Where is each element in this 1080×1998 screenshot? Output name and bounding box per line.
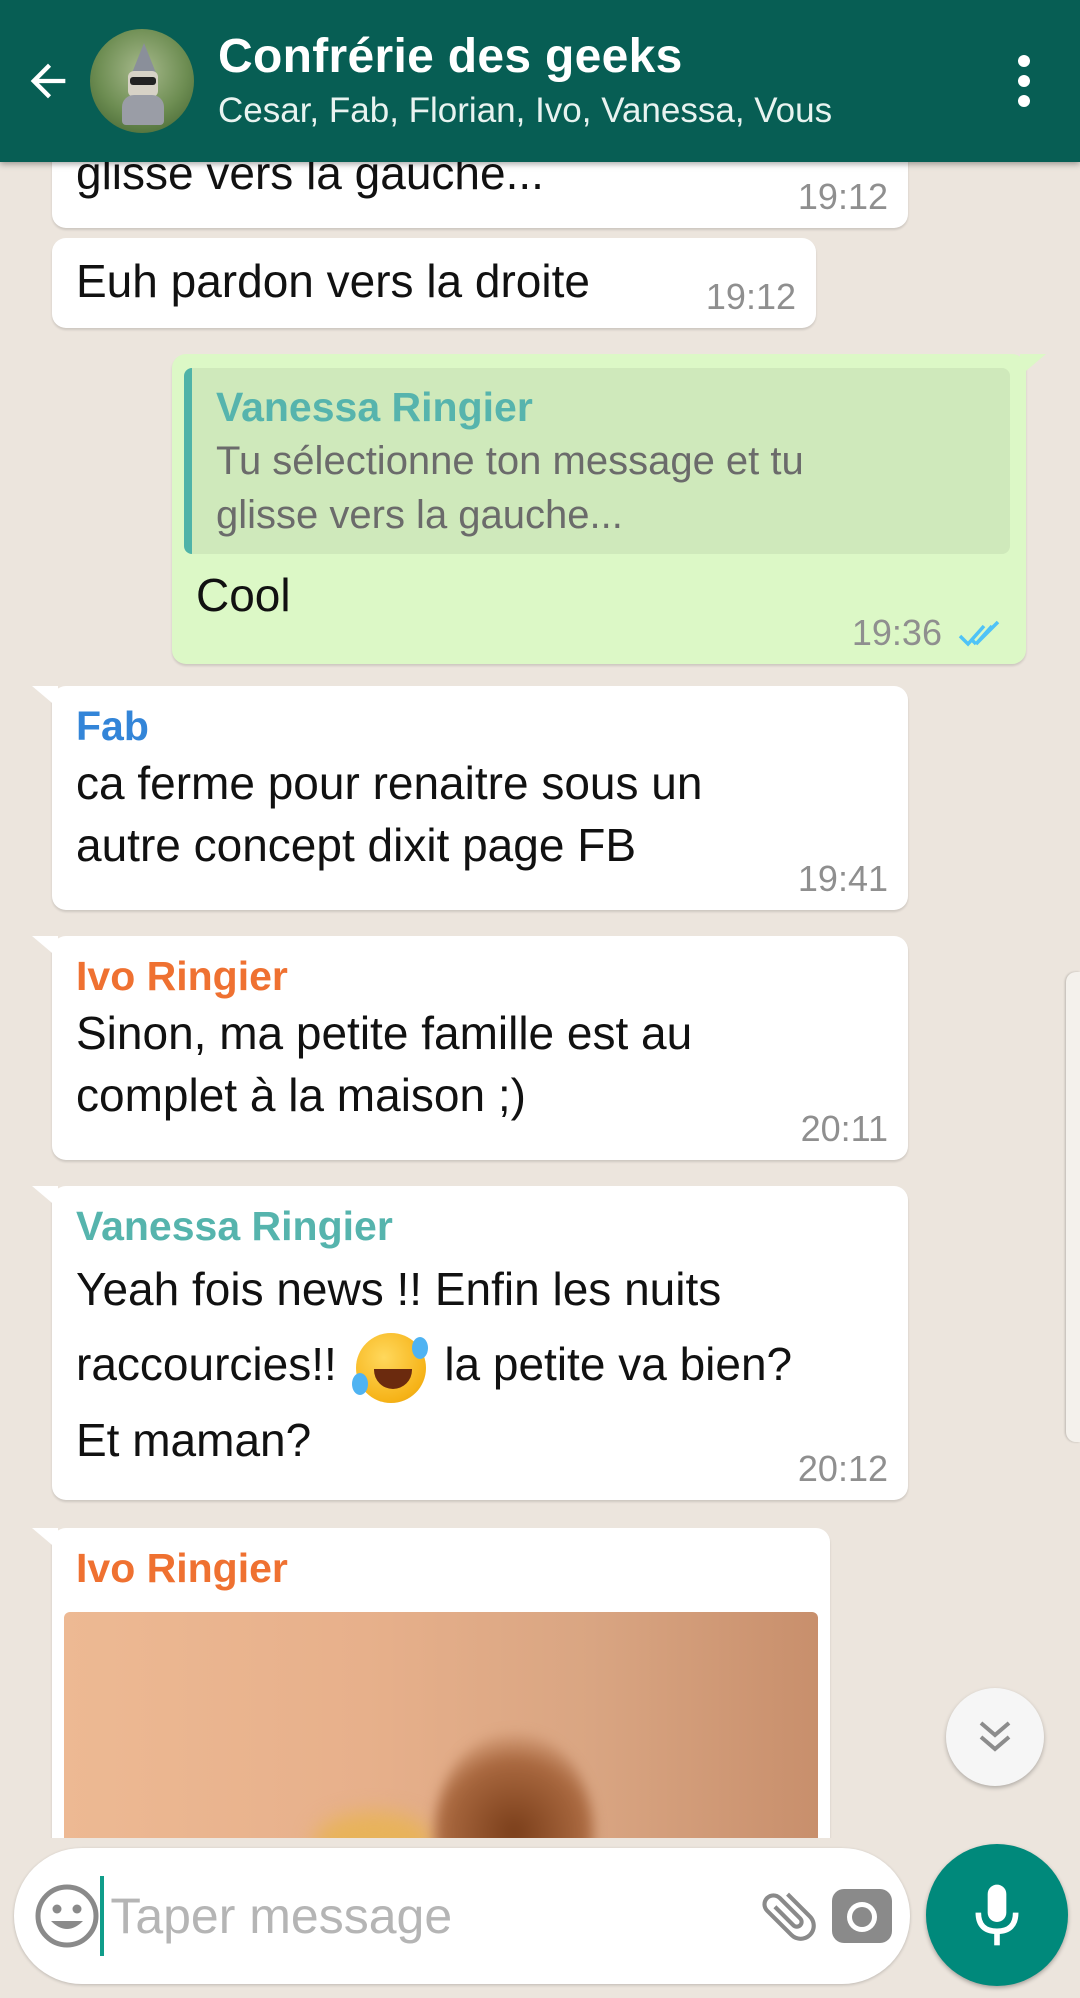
group-members: Cesar, Fab, Florian, Ivo, Vanessa, Vous bbox=[218, 91, 833, 130]
message-bubble[interactable]: Vanessa Ringier Yeah fois news !! Enfin … bbox=[32, 1186, 908, 1500]
emoji-icon bbox=[35, 1884, 99, 1948]
message-text-line: ca ferme pour renaitre sous un bbox=[76, 757, 703, 809]
quoted-text-line: glisse vers la gauche... bbox=[216, 493, 623, 537]
message-text-line: Sinon, ma petite famille est au bbox=[76, 1007, 693, 1059]
scroll-down-button[interactable] bbox=[946, 1688, 1044, 1786]
message-text: glisse vers la gauche... bbox=[76, 162, 544, 199]
arrow-left-icon bbox=[30, 63, 66, 99]
message-time: 19:12 bbox=[705, 276, 796, 317]
attach-button[interactable] bbox=[753, 1848, 825, 1984]
edge-panel-handle[interactable] bbox=[1066, 972, 1080, 1442]
menu-button[interactable] bbox=[994, 0, 1054, 162]
voice-record-button[interactable] bbox=[926, 1844, 1068, 1986]
message-time: 19:36 bbox=[851, 612, 942, 653]
message-bubble-image[interactable]: Ivo Ringier bbox=[32, 1528, 830, 1838]
group-title: Confrérie des geeks bbox=[218, 30, 683, 83]
group-avatar[interactable] bbox=[90, 29, 194, 133]
quoted-sender: Vanessa Ringier bbox=[216, 384, 533, 430]
chat-header: Confrérie des geeks Cesar, Fab, Florian,… bbox=[0, 0, 1080, 162]
message-sender: Ivo Ringier bbox=[76, 1545, 288, 1591]
double-chevron-down-icon bbox=[979, 1721, 1011, 1752]
message-text-part: la petite va bien? bbox=[444, 1338, 793, 1390]
message-text-line: complet à la maison ;) bbox=[76, 1069, 526, 1121]
message-text-line: Et maman? bbox=[76, 1413, 312, 1466]
more-vert-icon bbox=[1018, 55, 1030, 107]
message-bubble[interactable]: glisse vers la gauche... 19:12 bbox=[52, 162, 908, 228]
composer-bar bbox=[14, 1848, 910, 1984]
message-bubble-outgoing[interactable]: Vanessa Ringier Tu sélectionne ton messa… bbox=[172, 354, 1046, 664]
message-bubble[interactable]: Ivo Ringier Sinon, ma petite famille est… bbox=[32, 936, 908, 1160]
message-text-line: Yeah fois news !! Enfin les nuits bbox=[76, 1263, 722, 1315]
message-sender: Fab bbox=[76, 703, 149, 749]
message-time: 19:41 bbox=[797, 858, 888, 899]
message-text-line: autre concept dixit page FB bbox=[76, 819, 636, 871]
message-bubble[interactable]: Fab ca ferme pour renaitre sous un autre… bbox=[32, 686, 908, 910]
emoji-button[interactable] bbox=[34, 1848, 100, 1984]
chat-area[interactable]: glisse vers la gauche... 19:12 Euh pardo… bbox=[0, 162, 1080, 1838]
camera-button[interactable] bbox=[826, 1848, 898, 1984]
message-input[interactable] bbox=[100, 1876, 754, 1956]
shared-photo[interactable] bbox=[64, 1612, 818, 1838]
read-ticks-icon bbox=[958, 621, 1000, 648]
message-text-line-with-emoji: raccourcies!! la petite va bien? bbox=[76, 1326, 884, 1403]
back-button[interactable] bbox=[8, 0, 88, 162]
message-text: Euh pardon vers la droite bbox=[76, 255, 590, 307]
message-sender: Vanessa Ringier bbox=[76, 1203, 393, 1249]
message-time: 20:12 bbox=[797, 1448, 888, 1489]
camera-icon bbox=[831, 1889, 892, 1943]
message-bubble[interactable]: Euh pardon vers la droite 19:12 bbox=[52, 238, 816, 328]
paperclip-icon bbox=[762, 1892, 817, 1941]
message-text-part: raccourcies!! bbox=[76, 1338, 337, 1390]
message-meta: 19:36 bbox=[852, 612, 1006, 654]
message-time: 20:11 bbox=[800, 1108, 888, 1149]
rolling-on-floor-laughing-emoji bbox=[351, 1332, 428, 1403]
message-time: 19:12 bbox=[797, 176, 888, 217]
group-info[interactable]: Confrérie des geeks Cesar, Fab, Florian,… bbox=[218, 29, 994, 133]
quoted-text-line: Tu sélectionne ton message et tu bbox=[216, 439, 804, 483]
microphone-icon bbox=[975, 1884, 1019, 1946]
quoted-message[interactable]: Vanessa Ringier Tu sélectionne ton messa… bbox=[184, 368, 1010, 554]
message-sender: Ivo Ringier bbox=[76, 953, 288, 999]
